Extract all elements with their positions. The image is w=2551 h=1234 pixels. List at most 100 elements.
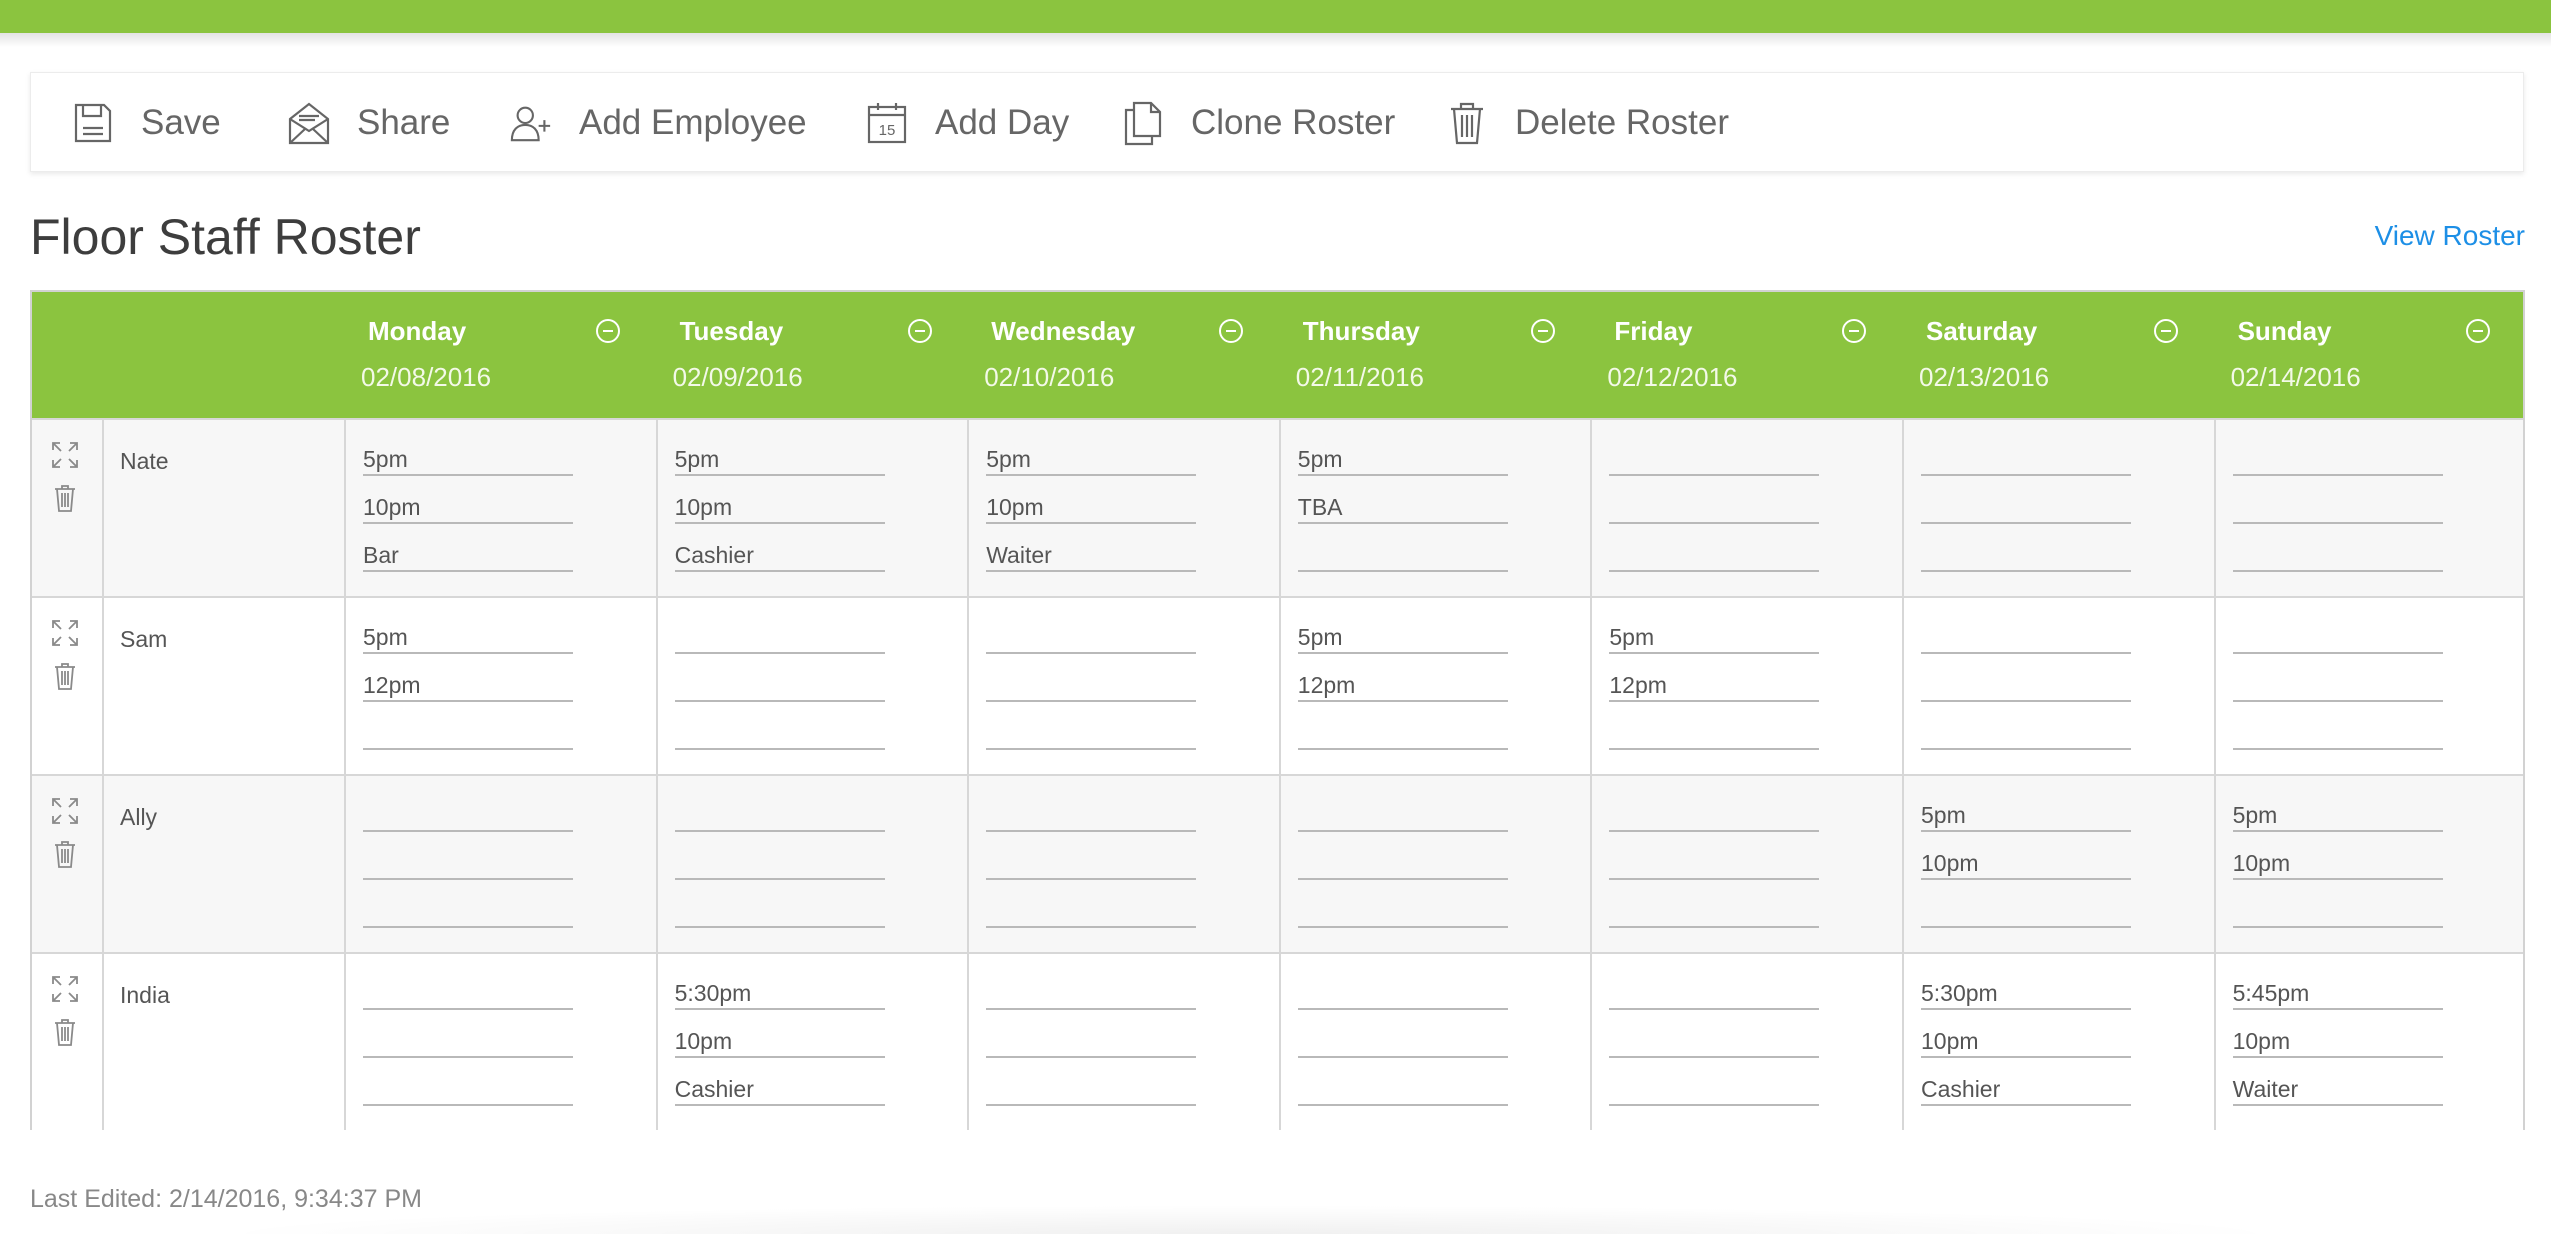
delete-employee-icon[interactable] [54,662,76,690]
shift-end-field[interactable]: 10pm [2232,1026,2443,1058]
delete-employee-icon[interactable] [54,1018,76,1046]
shift-start-field[interactable]: 5pm [363,622,573,654]
shift-end-field[interactable]: 12pm [363,670,573,702]
shift-start-field[interactable] [674,800,885,832]
shift-role-field[interactable] [1297,718,1508,750]
shift-start-field[interactable]: 5pm [986,444,1197,476]
save-button[interactable]: Save [71,73,221,173]
shift-end-field[interactable]: 10pm [674,492,885,524]
shift-end-field[interactable] [986,670,1197,702]
shift-end-field[interactable] [674,848,885,880]
shift-end-field[interactable] [674,670,885,702]
shift-end-field[interactable] [2232,670,2443,702]
shift-role-field[interactable] [1921,896,2131,928]
shift-start-field[interactable]: 5pm [363,444,573,476]
shift-role-field[interactable] [2232,718,2443,750]
shift-role-field[interactable] [2232,540,2443,572]
shift-end-field[interactable]: 10pm [674,1026,885,1058]
shift-start-field[interactable] [1921,444,2131,476]
shift-start-field[interactable]: 5pm [1297,622,1508,654]
shift-end-field[interactable]: 10pm [986,492,1197,524]
remove-day-icon[interactable] [1530,319,1555,343]
shift-end-field[interactable] [363,848,573,880]
shift-role-field[interactable] [1921,718,2131,750]
shift-end-field[interactable]: 10pm [363,492,573,524]
shift-role-field[interactable] [1609,718,1820,750]
shift-end-field[interactable]: 12pm [1609,670,1820,702]
shift-end-field[interactable] [986,1026,1197,1058]
shift-start-field[interactable] [1921,622,2131,654]
share-button[interactable]: Share [287,73,450,173]
remove-day-icon[interactable] [2154,319,2178,343]
shift-role-field[interactable] [363,896,573,928]
shift-role-field[interactable] [1609,896,1820,928]
add-day-button[interactable]: 15 Add Day [865,73,1069,173]
shift-start-field[interactable] [986,622,1197,654]
shift-start-field[interactable]: 5:30pm [1921,978,2131,1010]
shift-start-field[interactable]: 5pm [1609,622,1820,654]
shift-end-field[interactable] [1297,1026,1508,1058]
remove-day-icon[interactable] [907,319,932,343]
shift-role-field[interactable] [986,718,1197,750]
shift-start-field[interactable]: 5pm [1921,800,2131,832]
shift-start-field[interactable] [986,978,1197,1010]
shift-role-field[interactable] [674,718,885,750]
shift-start-field[interactable] [363,800,573,832]
shift-end-field[interactable]: 10pm [1921,1026,2131,1058]
shift-role-field[interactable]: Waiter [986,540,1197,572]
shift-role-field[interactable] [1297,896,1508,928]
shift-role-field[interactable]: Cashier [1921,1074,2131,1106]
expand-icon[interactable] [50,440,80,470]
delete-employee-icon[interactable] [54,840,76,868]
shift-start-field[interactable] [1609,444,1820,476]
shift-start-field[interactable] [2232,622,2443,654]
shift-start-field[interactable] [363,978,573,1010]
shift-end-field[interactable] [1609,848,1820,880]
shift-role-field[interactable] [986,1074,1197,1106]
shift-role-field[interactable] [363,1074,573,1106]
shift-start-field[interactable]: 5pm [1297,444,1508,476]
shift-role-field[interactable]: Cashier [674,1074,885,1106]
shift-start-field[interactable]: 5pm [674,444,885,476]
remove-day-icon[interactable] [1219,319,1244,343]
remove-day-icon[interactable] [2465,319,2490,343]
expand-icon[interactable] [50,796,80,826]
view-roster-link[interactable]: View Roster [2375,220,2525,252]
shift-end-field[interactable] [1609,1026,1820,1058]
shift-start-field[interactable]: 5:30pm [674,978,885,1010]
shift-start-field[interactable] [1609,978,1820,1010]
delete-employee-icon[interactable] [54,484,76,512]
shift-end-field[interactable]: 10pm [1921,848,2131,880]
shift-role-field[interactable] [1921,540,2131,572]
shift-end-field[interactable] [2232,492,2443,524]
shift-start-field[interactable] [1297,800,1508,832]
shift-role-field[interactable] [1297,1074,1508,1106]
remove-day-icon[interactable] [1842,319,1867,343]
delete-roster-button[interactable]: Delete Roster [1445,73,1729,173]
shift-start-field[interactable] [674,622,885,654]
shift-role-field[interactable] [1609,1074,1820,1106]
shift-role-field[interactable] [1297,540,1508,572]
shift-end-field[interactable] [1297,848,1508,880]
clone-roster-button[interactable]: Clone Roster [1121,73,1395,173]
shift-start-field[interactable] [1297,978,1508,1010]
shift-end-field[interactable] [363,1026,573,1058]
shift-role-field[interactable] [986,896,1197,928]
expand-icon[interactable] [50,974,80,1004]
shift-start-field[interactable] [1609,800,1820,832]
shift-role-field[interactable]: Cashier [674,540,885,572]
remove-day-icon[interactable] [596,319,620,343]
shift-end-field[interactable]: 12pm [1297,670,1508,702]
shift-end-field[interactable]: 10pm [2232,848,2443,880]
add-employee-button[interactable]: Add Employee [509,73,807,173]
shift-role-field[interactable] [2232,896,2443,928]
shift-start-field[interactable] [986,800,1197,832]
shift-role-field[interactable] [363,718,573,750]
shift-start-field[interactable] [2232,444,2443,476]
shift-end-field[interactable]: TBA [1297,492,1508,524]
shift-role-field[interactable] [1609,540,1820,572]
expand-icon[interactable] [50,618,80,648]
shift-end-field[interactable] [1921,492,2131,524]
shift-start-field[interactable]: 5:45pm [2232,978,2443,1010]
shift-start-field[interactable]: 5pm [2232,800,2443,832]
